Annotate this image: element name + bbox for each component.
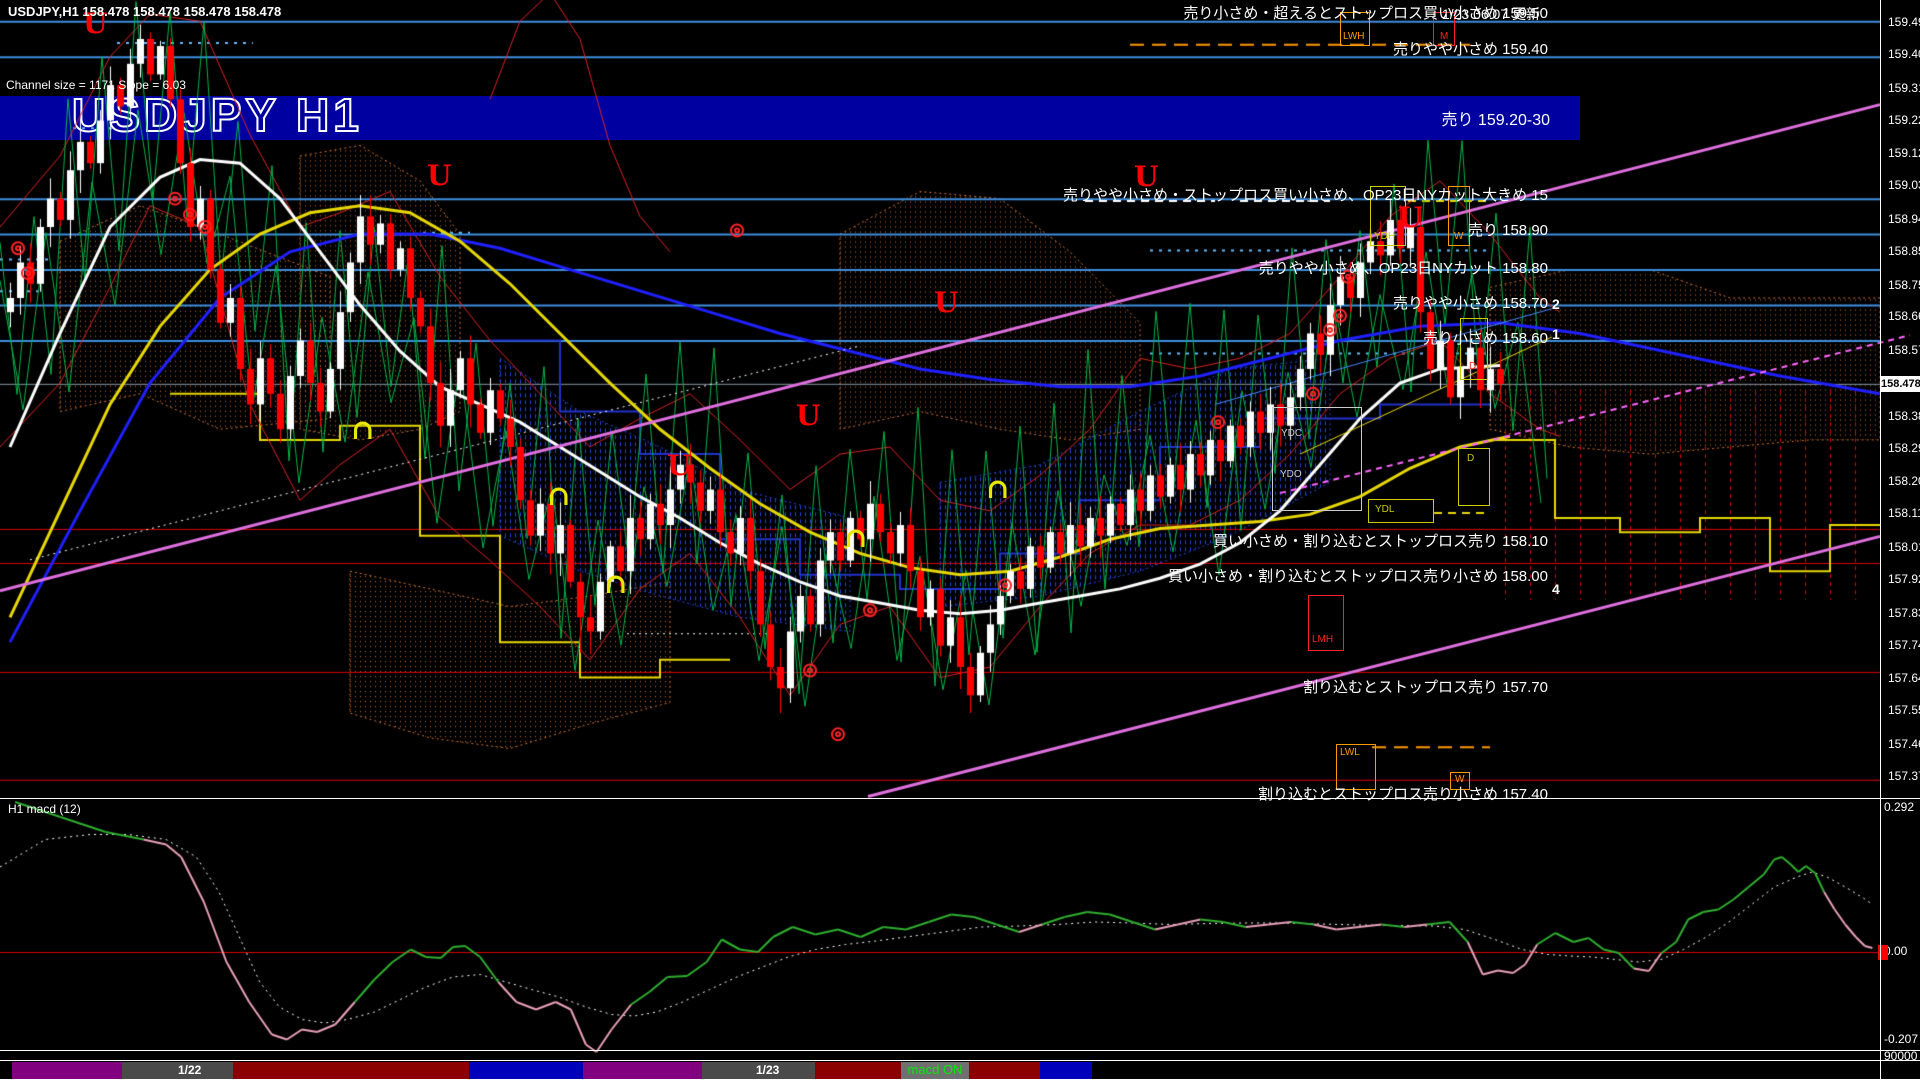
buy-signal-icon: ∩ [547,482,570,510]
trendline-endpoint-number: 2 [1552,296,1560,312]
sell-signal-icon: U [667,452,691,480]
chart-object-label: YDO [1280,469,1302,480]
trendline-endpoint-number: 1 [1552,326,1560,342]
chart-object-label: D [1469,361,1476,372]
chart-object-label: LWL [1340,747,1360,758]
price-tick-label: 157.830 [1888,606,1920,620]
panel-separator-top[interactable] [0,798,1920,799]
level-annotation: 売り小さめ 158.60 [1423,327,1548,348]
session-segment [583,1062,702,1079]
price-tick-label: 158.755 [1888,278,1920,292]
price-tick-label: 157.370 [1888,769,1920,783]
price-tick-label: 157.460 [1888,737,1920,751]
price-tick-label: 159.035 [1888,178,1920,192]
price-tick-label: 158.295 [1888,441,1920,455]
level-annotation: 売りやや小さめ 159.40 [1393,38,1548,59]
price-tick-label: 159.310 [1888,81,1920,95]
price-tick-label: 157.925 [1888,572,1920,586]
chart-object-label: YDL [1375,504,1394,515]
price-tick-label: 158.110 [1888,506,1920,520]
chart-object-label: YDH [1374,231,1395,242]
buy-signal-icon: ∩ [604,570,627,598]
price-tick-label: 159.220 [1888,113,1920,127]
macd-min-label: -0.207 [1884,1032,1918,1046]
chart-object-label: LMH [1312,634,1333,645]
price-tick-label: 159.495 [1888,15,1920,29]
level-annotation: 割り込むとストップロス売り小さめ 157.40 [1258,783,1548,804]
session-segment [1040,1062,1092,1079]
chart-object-box-d[interactable]: D [1458,448,1490,506]
price-tick-label: 158.015 [1888,540,1920,554]
level-annotation: 売りやや小さめ 158.70 [1393,292,1548,313]
panel-separator-bottom[interactable] [0,1050,1920,1051]
buy-signal-icon: ∩ [351,416,374,444]
chart-object-box-lmh[interactable]: LMH [1308,595,1344,651]
price-tick-label: 158.940 [1888,212,1920,226]
level-annotation: 買い小さめ・割り込むとストップロス売り 158.10 [1213,530,1548,551]
chart-object-box-ydo[interactable]: YDO [1272,407,1360,509]
current-price-badge: 158.478 [1881,376,1920,392]
channel-info-label: Channel size = 1171 Slope = 6.03 [6,78,186,92]
level-annotation: 売り 158.90 [1468,219,1548,240]
price-tick-label: 159.125 [1888,146,1920,160]
symbol-ohlc-readout: USDJPY,H1 158.478 158.478 158.478 158.47… [8,4,281,19]
axis-separator [1880,0,1881,1080]
sell-signal-icon: U [1398,204,1422,232]
macd-indicator-label: H1 macd (12) [8,802,81,816]
price-tick-label: 158.385 [1888,409,1920,423]
chart-object-box-ydl[interactable]: YDL [1368,499,1434,523]
price-tick-label: 158.570 [1888,343,1920,357]
price-tick-label: 158.200 [1888,474,1920,488]
price-tick-label: 157.645 [1888,671,1920,685]
session-segment [12,1062,122,1079]
level-annotation: 売りやや小さめ・ストップロス買い小さめ、OP23日NYカット大きめ 15 [1063,184,1548,205]
trendline-endpoint-number: 4 [1552,581,1560,597]
sell-signal-icon: U [796,402,820,430]
chart-window: USDJPY H1 売り 159.20-30 USDJPY,H1 158.478… [0,0,1920,1080]
sell-signal-icon: U [427,162,451,190]
level-annotation: 割り込むとストップロス売り 157.70 [1303,676,1548,697]
buy-signal-icon: ∩ [844,524,867,552]
timebar-separator [0,1060,1920,1061]
chart-canvas[interactable] [0,0,1920,1080]
date-label: 1/22 [178,1063,201,1077]
chart-object-label: W [1454,231,1463,242]
sell-signal-icon: U [934,289,958,317]
buy-signal-icon: ∩ [986,475,1009,503]
price-tick-label: 159.405 [1888,47,1920,61]
session-segment [233,1062,469,1079]
price-tick-label: 157.555 [1888,703,1920,717]
chart-object-label: D [1467,453,1474,464]
level-annotation: 売り小さめ・超えるとストップロス買い小さめ 159.50 [1183,2,1548,23]
level-annotation: 買い小さめ・割り込むとストップロス売り小さめ 158.00 [1168,565,1548,586]
level-annotation: 売りやや小さめ、OP23日NYカット 158.80 [1259,257,1548,278]
session-segment [469,1062,583,1079]
chart-object-label: LWH [1343,31,1364,42]
macd-max-label: 0.292 [1884,800,1914,814]
price-tick-label: 158.665 [1888,309,1920,323]
price-tick-label: 158.850 [1888,244,1920,258]
price-tick-label: 157.740 [1888,638,1920,652]
date-label: 1/23 [756,1063,779,1077]
macd-on-button[interactable]: macd ON [901,1062,969,1079]
